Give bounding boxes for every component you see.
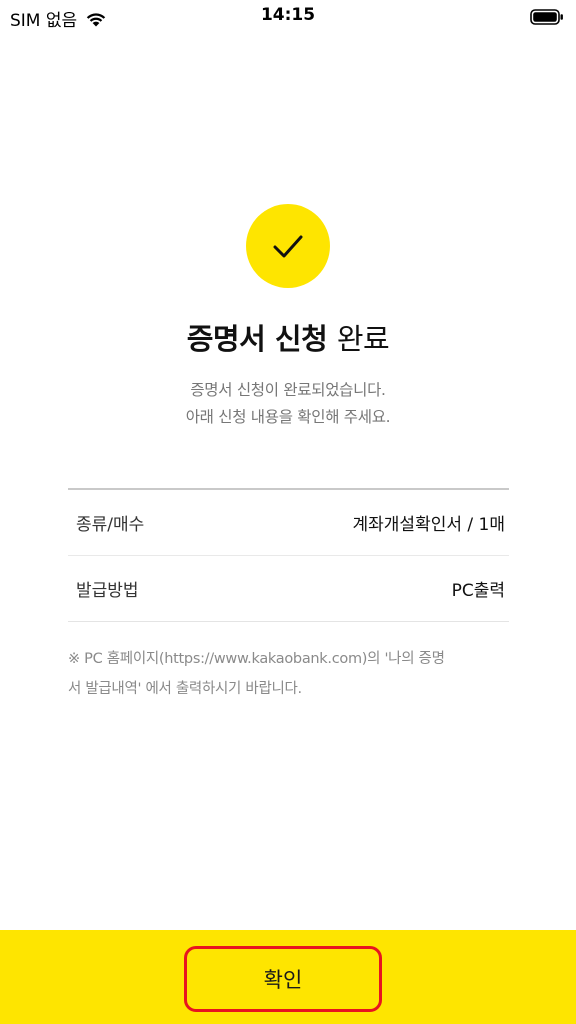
battery-icon	[530, 9, 563, 25]
check-icon	[273, 235, 303, 258]
notice-text: ※ PC 홈페이지(https://www.kakaobank.com)의 '나…	[68, 644, 516, 704]
bottom-action-bar: 확인	[0, 930, 576, 1024]
detail-value: PC출력	[451, 581, 505, 601]
status-bar: SIM 없음 14:15	[0, 0, 576, 34]
notice-line-1: ※ PC 홈페이지(https://www.kakaobank.com)의 '나…	[68, 651, 445, 667]
detail-label: 종류/매수	[76, 515, 145, 535]
result-description: 증명서 신청이 완료되었습니다. 아래 신청 내용을 확인해 주세요.	[0, 377, 576, 431]
description-line-1: 증명서 신청이 완료되었습니다.	[190, 381, 386, 399]
success-badge	[246, 204, 330, 288]
status-time: 14:15	[260, 5, 316, 25]
detail-label: 발급방법	[76, 581, 139, 601]
request-details: 종류/매수 계좌개설확인서 / 1매 발급방법 PC출력	[68, 488, 509, 622]
detail-value: 계좌개설확인서 / 1매	[352, 515, 505, 535]
description-line-2: 아래 신청 내용을 확인해 주세요.	[185, 408, 391, 426]
notice-line-2: 서 발급내역' 에서 출력하시기 바랍니다.	[68, 681, 302, 697]
title-light: 완료	[336, 322, 390, 356]
detail-row-method: 발급방법 PC출력	[68, 556, 509, 622]
title-strong: 증명서 신청	[186, 322, 328, 356]
confirm-button[interactable]: 확인	[184, 946, 382, 1012]
detail-row-type: 종류/매수 계좌개설확인서 / 1매	[68, 490, 509, 556]
page-title: 증명서 신청 완료	[0, 316, 576, 358]
